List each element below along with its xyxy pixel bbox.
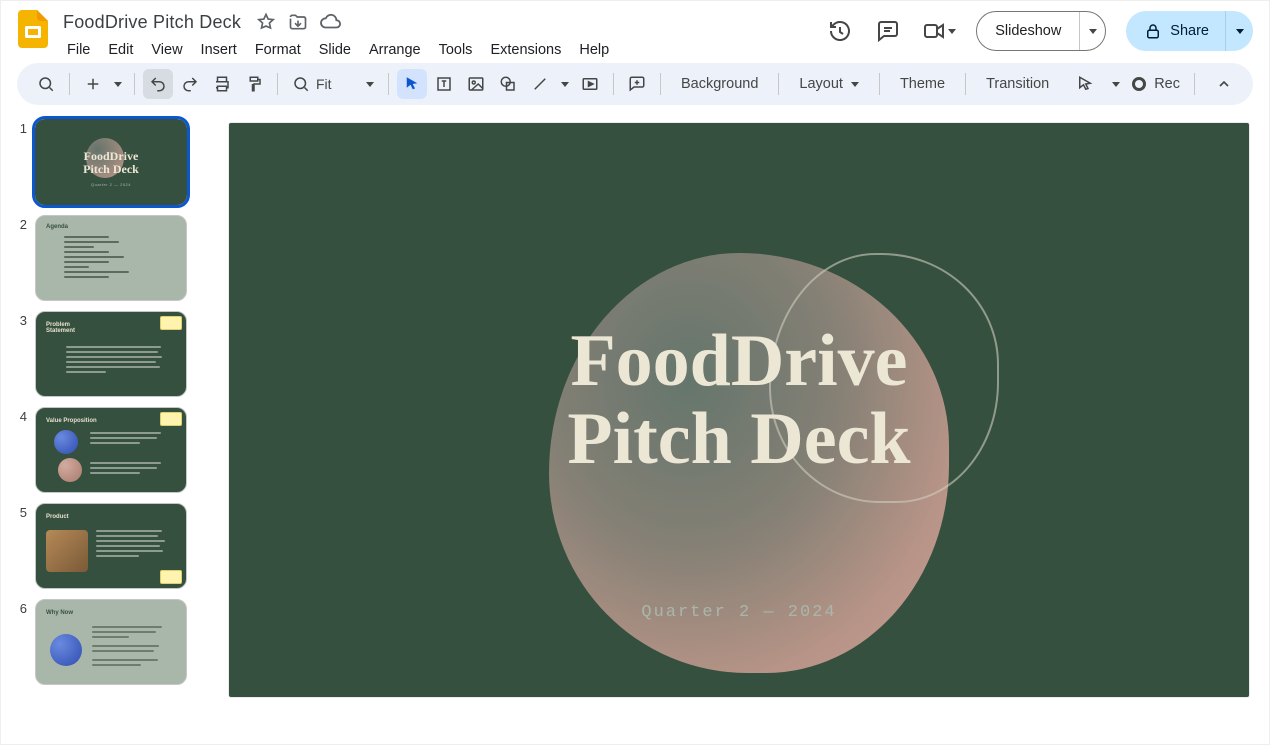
video-tool[interactable] bbox=[575, 69, 605, 99]
line-tool-dropdown[interactable] bbox=[557, 69, 573, 99]
chevron-down-icon bbox=[1089, 29, 1097, 34]
menu-file[interactable]: File bbox=[59, 38, 98, 62]
paint-format-button[interactable] bbox=[239, 69, 269, 99]
slide-canvas-area[interactable]: FoodDrivePitch Deck Quarter 2 — 2024 bbox=[217, 113, 1269, 744]
redo-button[interactable] bbox=[175, 69, 205, 99]
meet-button[interactable] bbox=[922, 19, 956, 43]
lock-icon bbox=[1144, 22, 1162, 40]
shape-tool[interactable] bbox=[493, 69, 523, 99]
textbox-tool[interactable] bbox=[429, 69, 459, 99]
slideshow-dropdown[interactable] bbox=[1079, 12, 1105, 50]
thumbnail-slide-4[interactable]: Value Proposition bbox=[35, 407, 187, 493]
cloud-status-icon[interactable] bbox=[319, 11, 341, 33]
thumbnail-slide-5[interactable]: Product bbox=[35, 503, 187, 589]
comments-icon[interactable] bbox=[874, 17, 902, 45]
record-icon bbox=[1132, 77, 1146, 91]
pointer-tool[interactable] bbox=[1070, 69, 1100, 99]
new-slide-dropdown[interactable] bbox=[110, 69, 126, 99]
chevron-down-icon bbox=[1236, 29, 1244, 34]
filmstrip[interactable]: 1 FoodDrivePitch Deck Quarter 2 — 2024 2… bbox=[1, 113, 217, 744]
share-dropdown[interactable] bbox=[1225, 11, 1253, 51]
menu-edit[interactable]: Edit bbox=[100, 38, 141, 62]
zoom-control[interactable]: Fit bbox=[286, 75, 380, 93]
title-bar: FoodDrive Pitch Deck File Edit View Inse… bbox=[1, 1, 1269, 63]
chevron-down-icon bbox=[366, 82, 374, 87]
thumbnail-slide-3[interactable]: Problem Statement bbox=[35, 311, 187, 397]
chevron-down-icon bbox=[948, 29, 956, 34]
thumb-number: 4 bbox=[15, 407, 27, 424]
new-slide-button[interactable] bbox=[78, 69, 108, 99]
history-icon[interactable] bbox=[826, 17, 854, 45]
current-slide[interactable]: FoodDrivePitch Deck Quarter 2 — 2024 bbox=[229, 123, 1249, 697]
star-icon[interactable] bbox=[255, 11, 277, 33]
toolbar: Fit Background Layout Theme Transition bbox=[17, 63, 1253, 105]
menu-format[interactable]: Format bbox=[247, 38, 309, 62]
add-comment-button[interactable] bbox=[622, 69, 652, 99]
share-label: Share bbox=[1170, 23, 1209, 39]
line-tool[interactable] bbox=[525, 69, 555, 99]
slideshow-label: Slideshow bbox=[977, 23, 1079, 39]
transition-button[interactable]: Transition bbox=[974, 69, 1061, 99]
collapse-toolbar-button[interactable] bbox=[1209, 69, 1239, 99]
thumb-number: 3 bbox=[15, 311, 27, 328]
zoom-icon bbox=[292, 75, 310, 93]
thumb-number: 2 bbox=[15, 215, 27, 232]
layout-button[interactable]: Layout bbox=[787, 69, 871, 99]
menu-tools[interactable]: Tools bbox=[431, 38, 481, 62]
slide-subtitle[interactable]: Quarter 2 — 2024 bbox=[229, 603, 1249, 622]
menu-view[interactable]: View bbox=[143, 38, 190, 62]
slide-title[interactable]: FoodDrivePitch Deck bbox=[229, 323, 1249, 478]
document-title[interactable]: FoodDrive Pitch Deck bbox=[59, 12, 245, 33]
search-menus-button[interactable] bbox=[31, 69, 61, 99]
select-tool[interactable] bbox=[397, 69, 427, 99]
menu-slide[interactable]: Slide bbox=[311, 38, 359, 62]
record-button[interactable]: Rec bbox=[1132, 76, 1180, 92]
menu-bar: File Edit View Insert Format Slide Arran… bbox=[59, 37, 617, 63]
thumbnail-slide-2[interactable]: Agenda bbox=[35, 215, 187, 301]
slides-logo[interactable] bbox=[13, 9, 53, 49]
image-tool[interactable] bbox=[461, 69, 491, 99]
record-label: Rec bbox=[1154, 76, 1180, 92]
chevron-down-icon bbox=[851, 82, 859, 87]
theme-button[interactable]: Theme bbox=[888, 69, 957, 99]
thumb-number: 1 bbox=[15, 119, 27, 136]
menu-insert[interactable]: Insert bbox=[193, 38, 245, 62]
thumb-number: 5 bbox=[15, 503, 27, 520]
undo-button[interactable] bbox=[143, 69, 173, 99]
menu-extensions[interactable]: Extensions bbox=[482, 38, 569, 62]
zoom-value: Fit bbox=[316, 76, 360, 92]
thumbnail-slide-6[interactable]: Why Now bbox=[35, 599, 187, 685]
share-button[interactable]: Share bbox=[1126, 11, 1253, 51]
print-button[interactable] bbox=[207, 69, 237, 99]
background-button[interactable]: Background bbox=[669, 69, 770, 99]
slideshow-button[interactable]: Slideshow bbox=[976, 11, 1106, 51]
menu-help[interactable]: Help bbox=[571, 38, 617, 62]
thumbnail-slide-1[interactable]: FoodDrivePitch Deck Quarter 2 — 2024 bbox=[35, 119, 187, 205]
menu-arrange[interactable]: Arrange bbox=[361, 38, 429, 62]
move-icon[interactable] bbox=[287, 11, 309, 33]
pointer-dropdown[interactable] bbox=[1108, 69, 1124, 99]
thumb-number: 6 bbox=[15, 599, 27, 616]
